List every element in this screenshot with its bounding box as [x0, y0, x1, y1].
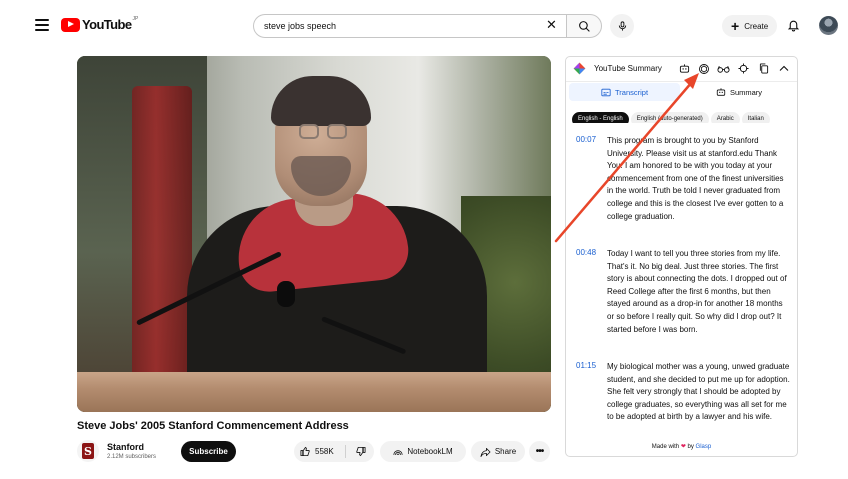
youtube-play-icon — [61, 17, 80, 32]
language-chip[interactable]: Arabic — [710, 111, 740, 123]
notifications-bell-icon[interactable] — [787, 18, 800, 37]
transcript-list: 00:07 This program is brought to you by … — [566, 131, 797, 437]
panel-title: YouTube Summary — [594, 64, 662, 73]
search-icon — [578, 20, 590, 32]
subscribe-button[interactable]: Subscribe — [181, 441, 236, 462]
share-icon — [480, 447, 491, 457]
thumbs-down-icon — [355, 446, 365, 457]
thumbs-up-icon — [300, 446, 310, 457]
video-title: Steve Jobs' 2005 Stanford Commencement A… — [77, 420, 349, 432]
summary-robot-icon — [716, 88, 726, 96]
transcript-text: This program is brought to you by Stanfo… — [607, 136, 784, 221]
panel-divider — [566, 81, 797, 82]
chatbot-icon[interactable] — [678, 62, 691, 75]
notebooklm-icon — [393, 450, 403, 455]
language-chip[interactable]: Italian — [741, 111, 770, 123]
logo-region: JP — [132, 15, 139, 22]
heart-icon: ❤ — [680, 444, 686, 450]
like-count: 558K — [315, 447, 334, 456]
transcript-icon — [601, 88, 611, 96]
tab-summary[interactable]: Summary — [684, 83, 794, 101]
channel-name[interactable]: Stanford — [107, 442, 144, 452]
youtube-summary-logo-icon — [573, 62, 586, 75]
chevron-up-icon[interactable] — [777, 62, 790, 75]
chatgpt-icon[interactable] — [697, 62, 710, 75]
create-label: Create — [744, 21, 769, 31]
tab-transcript[interactable]: Transcript — [569, 83, 680, 101]
youtube-summary-panel: YouTube Summary Transcript Summary Engli… — [565, 56, 798, 457]
language-chip[interactable]: English (auto-generated) — [630, 111, 709, 123]
like-button[interactable]: 558K — [294, 445, 346, 458]
microphone-icon — [618, 21, 626, 31]
search-value: steve jobs speech — [264, 21, 337, 31]
glasp-link[interactable]: Glasp — [696, 444, 712, 450]
channel-avatar[interactable]: S — [77, 440, 99, 462]
stanford-logo-icon: S — [82, 443, 94, 459]
clear-search-icon[interactable]: ✕ — [546, 17, 557, 33]
plus-icon: + — [731, 18, 740, 34]
footer-by-label: by — [687, 444, 694, 450]
transcript-timestamp[interactable]: 01:15 — [576, 361, 596, 370]
search-input[interactable]: steve jobs speech — [253, 14, 566, 38]
logo-text: YouTube — [82, 17, 132, 32]
create-button[interactable]: + Create — [722, 15, 778, 37]
video-player[interactable] — [77, 56, 551, 412]
transcript-timestamp[interactable]: 00:48 — [576, 248, 596, 257]
transcript-text: Today I want to tell you three stories f… — [607, 249, 787, 334]
like-dislike-group: 558K — [294, 441, 374, 462]
share-button[interactable]: Share — [471, 441, 525, 462]
share-label: Share — [494, 447, 517, 456]
language-chip[interactable]: English - English — [572, 111, 629, 123]
footer-made-label: Made with — [651, 444, 680, 450]
target-icon[interactable] — [737, 62, 750, 75]
glasses-icon[interactable] — [717, 62, 730, 75]
language-chips: English - English English (auto-generated… — [572, 107, 794, 123]
youtube-page: YouTube JP steve jobs speech ✕ + Create — [0, 0, 848, 479]
voice-search-button[interactable] — [610, 14, 634, 38]
hamburger-menu-icon[interactable] — [35, 19, 49, 31]
user-avatar[interactable] — [819, 16, 838, 35]
more-actions-button[interactable]: ••• — [529, 441, 550, 462]
copy-icon[interactable] — [757, 62, 770, 75]
search-button[interactable] — [566, 14, 602, 38]
panel-footer: Made with ❤ by Glasp — [566, 443, 797, 450]
youtube-logo[interactable]: YouTube JP — [61, 15, 139, 32]
subscriber-count: 2.12M subscribers — [107, 454, 157, 460]
transcript-timestamp[interactable]: 00:07 — [576, 135, 596, 144]
tab-transcript-label: Transcript — [614, 87, 649, 97]
notebooklm-button[interactable]: NotebookLM — [380, 441, 466, 462]
notebooklm-label: NotebookLM — [407, 447, 453, 456]
panel-header: YouTube Summary — [566, 57, 797, 81]
transcript-text: My biological mother was a young, unwed … — [607, 362, 790, 422]
tab-summary-label: Summary — [729, 87, 763, 97]
dislike-button[interactable] — [346, 446, 374, 457]
